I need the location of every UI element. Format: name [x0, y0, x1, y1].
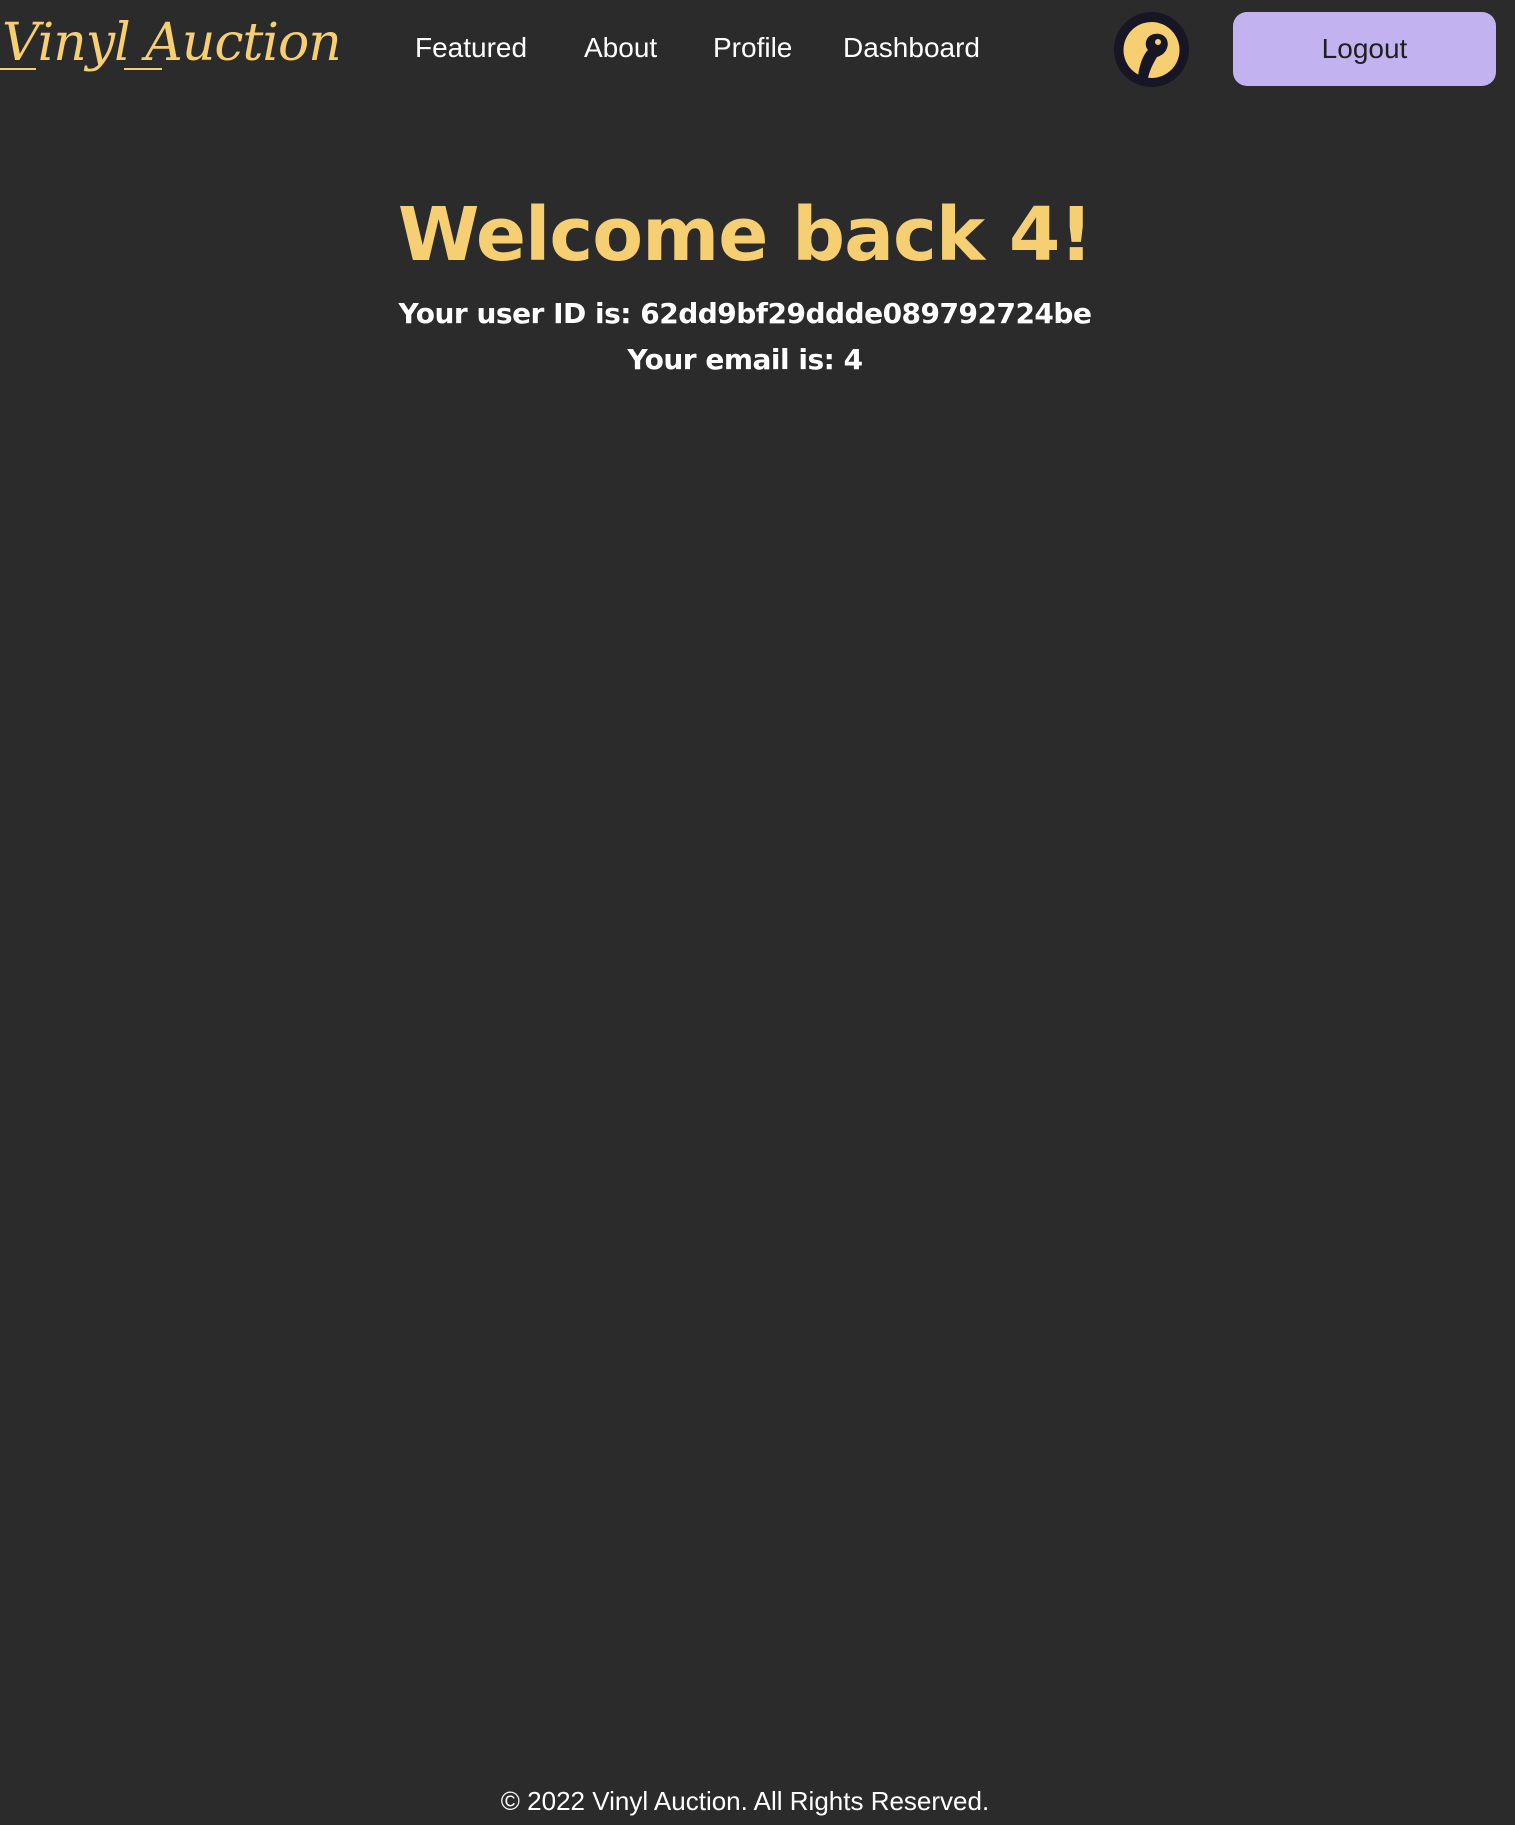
- nav-link-featured[interactable]: Featured: [415, 31, 527, 65]
- footer-copyright: © 2022 Vinyl Auction. All Rights Reserve…: [500, 1786, 990, 1816]
- brand-logo[interactable]: Vinyl Auction: [2, 8, 342, 78]
- nav-link-dashboard[interactable]: Dashboard: [843, 31, 980, 65]
- top-navbar: Vinyl Auction Featured About Profile Das…: [0, 0, 1515, 98]
- welcome-title: Welcome back 4!: [397, 192, 1093, 278]
- user-id-text: Your user ID is: 62dd9bf29ddde089792724b…: [398, 297, 1092, 330]
- nav-link-profile[interactable]: Profile: [713, 31, 792, 65]
- avatar-graphic: [1114, 12, 1189, 87]
- user-avatar-icon[interactable]: [1114, 12, 1189, 87]
- logo-underline-right: [124, 68, 162, 70]
- logo-underline-left: [0, 68, 36, 70]
- nav-link-about[interactable]: About: [584, 31, 657, 65]
- email-text: Your email is: 4: [627, 343, 863, 376]
- logout-button[interactable]: Logout: [1233, 12, 1496, 86]
